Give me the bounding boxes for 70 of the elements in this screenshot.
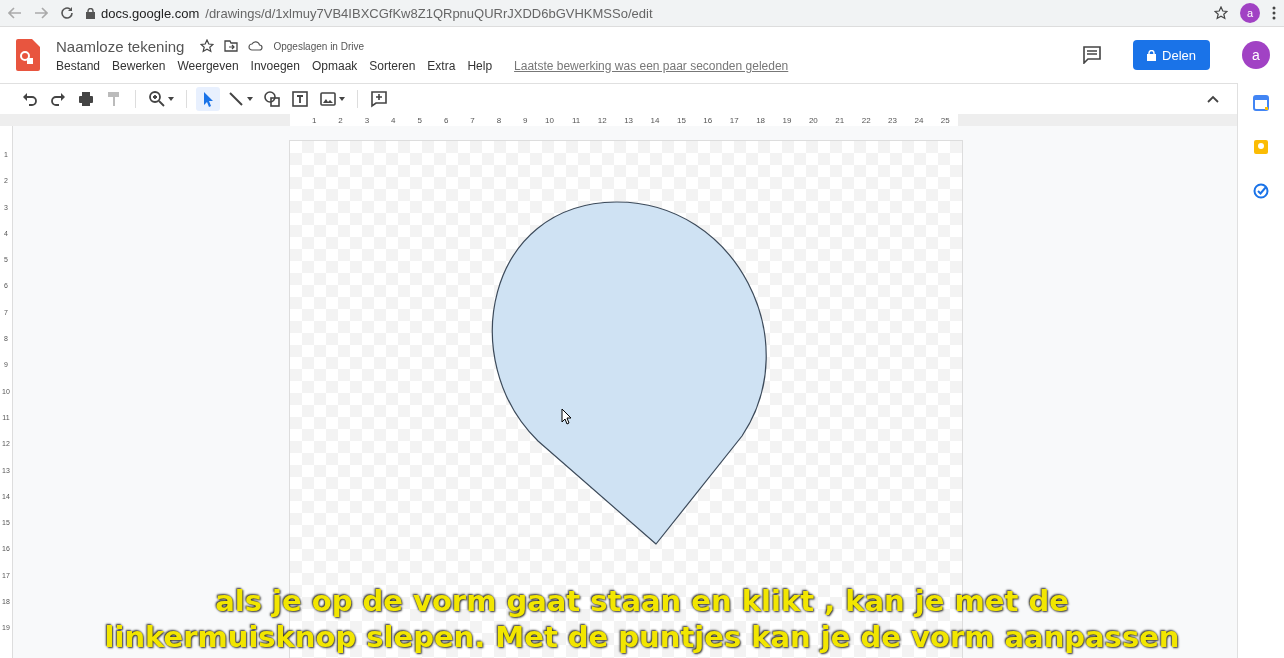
menu-item[interactable]: Bewerken [112, 58, 166, 73]
share-button[interactable]: Delen [1133, 40, 1210, 70]
calendar-icon[interactable] [1253, 95, 1269, 111]
menu-item[interactable]: Sorteren [369, 58, 416, 73]
caret-icon [247, 97, 253, 101]
ruler-number: 8 [495, 115, 502, 125]
ruler-number: 2 [337, 115, 343, 125]
lock-icon [86, 7, 95, 19]
toolbar-button[interactable] [196, 87, 220, 111]
ruler-number: 17 [728, 115, 739, 125]
drawings-logo-icon[interactable] [16, 39, 40, 71]
subtitle-line: linkermuisknop slepen. Met de puntjes kan je de vorm aanpassen [104, 620, 1180, 654]
profile-avatar[interactable]: a [1240, 3, 1260, 23]
line-icon [227, 90, 245, 108]
ruler-number: 13 [623, 115, 634, 125]
ruler-number: 3 [363, 115, 370, 125]
ruler-number: 11 [571, 115, 581, 125]
ruler-number: 25 [939, 115, 950, 125]
star-icon[interactable] [1214, 6, 1228, 20]
last-edit-link[interactable]: Laatste bewerking was een paar seconden geleden [514, 58, 789, 73]
ruler-number: 15 [675, 115, 686, 125]
more-icon[interactable] [1272, 6, 1276, 20]
address-bar[interactable]: docs.google.com /drawings/d/1xlmuy7VB4IBXCGfKw8Z1QRpnuQURrJXDD6bGVHKMSSo/edit [86, 2, 1228, 24]
ruler-number: 10 [544, 115, 554, 125]
redo-icon [49, 90, 67, 108]
ruler-number: 22 [860, 115, 871, 125]
star-icon[interactable] [200, 39, 215, 53]
caret-icon [168, 97, 174, 101]
menu-item[interactable]: Extra [427, 58, 456, 73]
ruler-number: 24 [913, 115, 924, 125]
ruler-number: 6 [442, 115, 449, 125]
document-title[interactable]: Naamloze tekening [56, 37, 185, 55]
reload-icon[interactable] [60, 6, 74, 20]
ruler-number: 23 [887, 115, 897, 125]
zoom-icon [148, 90, 166, 108]
menu-item[interactable]: Bestand [56, 58, 101, 73]
ruler-number: 12 [596, 115, 607, 125]
lock-icon [1147, 49, 1157, 61]
ruler-number: 18 [755, 115, 766, 125]
text-box-icon [291, 90, 309, 108]
ruler-number: 4 [390, 115, 396, 125]
url-host: docs.google.com [101, 5, 200, 21]
ruler-number: 16 [702, 115, 713, 125]
add-comment-icon [370, 90, 388, 108]
subtitle-line: als je op de vorm gaat staan en klikt , kan je met de [215, 584, 1069, 618]
cloud-icon [248, 41, 264, 51]
menu-item[interactable]: Opmaak [311, 58, 358, 73]
ruler-number: 7 [469, 115, 475, 125]
ruler-number: 21 [834, 115, 845, 125]
print-icon [77, 90, 95, 108]
move-folder-icon[interactable] [224, 40, 239, 52]
url-path: /drawings/d/1xlmuy7VB4IBXCGfKw8Z1QRpnuQURrJXDD6bGVHKMSSo/edit [205, 5, 653, 21]
caret-icon [339, 97, 345, 101]
shapes-icon [263, 90, 281, 108]
save-status: Opgeslagen in Drive [273, 40, 365, 52]
ruler-number: 19 [781, 115, 792, 125]
tasks-icon[interactable] [1253, 183, 1269, 199]
comments-icon[interactable] [1083, 46, 1102, 64]
ruler-number: 5 [416, 115, 422, 125]
menu-item[interactable]: Invoegen [250, 58, 300, 73]
ruler-number: 9 [522, 115, 528, 125]
image-icon [319, 90, 337, 108]
mouse-cursor-icon [561, 408, 573, 425]
ruler-number: 14 [649, 115, 660, 125]
menu-item[interactable]: Weergeven [177, 58, 239, 73]
ruler-number: 20 [807, 115, 818, 125]
account-avatar[interactable]: a [1242, 41, 1270, 69]
collapse-icon[interactable] [1207, 95, 1219, 103]
ruler-number: 1 [310, 115, 317, 125]
menu-item[interactable]: Help [467, 58, 493, 73]
